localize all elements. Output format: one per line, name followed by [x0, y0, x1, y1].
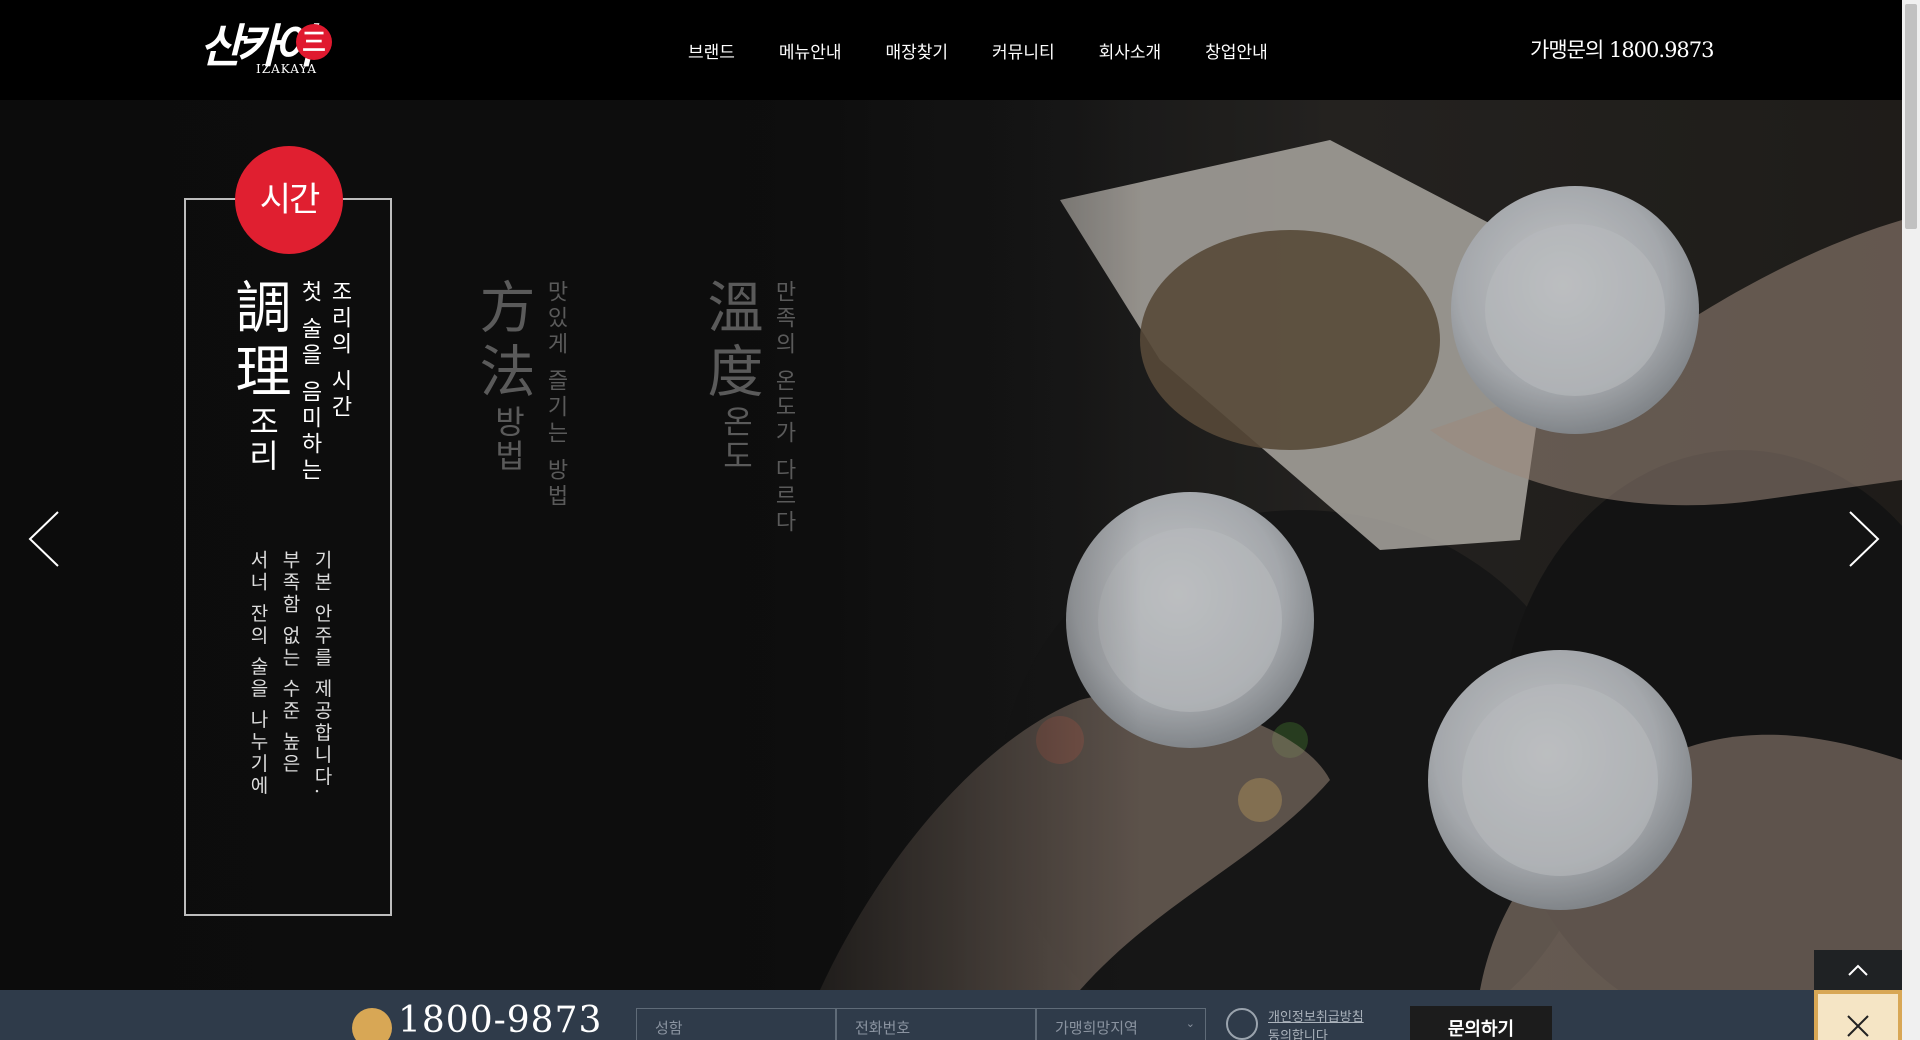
scrollbar-thumb[interactable] — [1905, 4, 1917, 229]
panel-temperature-tagline: 만족의 온도가 다르다 — [771, 280, 796, 536]
panel-method-hanja[interactable]: 方法 — [470, 278, 535, 406]
nav-item-community[interactable]: 커뮤니티 — [992, 38, 1055, 63]
active-tagline-1: 조리의 시간 — [327, 280, 352, 421]
privacy-policy-link[interactable]: 개인정보취급방침 동의합니다 — [1268, 1006, 1364, 1040]
panel-method-tagline: 맛있게 즐기는 방법 — [543, 280, 568, 510]
description-line-3: 서너 잔의 술을 나누기에 — [247, 550, 269, 798]
hero-slider: 시간 調理 조리 조리의 시간 첫 술을 음미하는 기본 안주를 제공합니다. … — [0, 100, 1902, 990]
back-to-top-button[interactable] — [1814, 950, 1902, 990]
nav-item-company[interactable]: 회사소개 — [1099, 38, 1162, 63]
prev-arrow-icon[interactable] — [26, 510, 66, 568]
nav-item-store-finder[interactable]: 매장찾기 — [885, 38, 948, 63]
privacy-policy-text: 개인정보취급방침 — [1268, 1010, 1364, 1025]
brand-logo[interactable]: 산카이 三 IZAKAYA — [200, 18, 340, 82]
nav-item-franchise[interactable]: 창업안내 — [1205, 38, 1268, 63]
main-nav: 브랜드 메뉴안내 매장찾기 커뮤니티 회사소개 창업안내 — [688, 0, 1312, 100]
region-select[interactable]: 가맹희망지역 ⌄ — [1036, 1008, 1206, 1040]
page-scrollbar[interactable] — [1902, 0, 1920, 1040]
franchise-hotline[interactable]: 가맹문의 1800.9873 — [1530, 34, 1715, 64]
active-badge: 시간 — [235, 146, 343, 254]
close-inquiry-button[interactable] — [1814, 990, 1902, 1040]
inquiry-bar: 1800-9873 성함 전화번호 가맹희망지역 ⌄ 개인정보취급방침 동의합니… — [0, 990, 1902, 1040]
inquiry-phone-number: 1800-9873 — [398, 1000, 603, 1040]
close-icon — [1847, 1015, 1869, 1037]
phone-icon — [352, 1008, 392, 1040]
active-subtitle: 조리 — [243, 405, 281, 473]
description-line-1: 기본 안주를 제공합니다. — [311, 550, 333, 798]
next-arrow-icon[interactable] — [1842, 510, 1882, 568]
privacy-agree-text: 동의합니다 — [1268, 1029, 1328, 1040]
panel-temperature-subtitle: 온도 — [717, 405, 755, 473]
description-line-2: 부족함 없는 수준 높은 — [279, 550, 301, 776]
site-header: 산카이 三 IZAKAYA 브랜드 메뉴안내 매장찾기 커뮤니티 회사소개 창업… — [0, 0, 1902, 100]
nav-item-brand[interactable]: 브랜드 — [688, 38, 735, 63]
active-hanja: 調理 — [226, 278, 291, 406]
phone-field[interactable]: 전화번호 — [836, 1008, 1036, 1040]
privacy-check-icon[interactable] — [1226, 1008, 1258, 1040]
chevron-up-icon — [1848, 964, 1868, 976]
chevron-down-icon: ⌄ — [1185, 1017, 1195, 1030]
panel-temperature-hanja[interactable]: 溫度 — [698, 278, 763, 406]
panel-method-subtitle: 방법 — [489, 405, 527, 473]
logo-subtitle: IZAKAYA — [256, 62, 318, 76]
name-field[interactable]: 성함 — [636, 1008, 836, 1040]
nav-item-menu[interactable]: 메뉴안내 — [779, 38, 842, 63]
active-tagline-2: 첫 술을 음미하는 — [297, 280, 322, 484]
logo-badge: 三 — [296, 24, 332, 60]
region-select-label: 가맹희망지역 — [1055, 1019, 1138, 1037]
submit-inquiry-button[interactable]: 문의하기 — [1410, 1006, 1552, 1040]
